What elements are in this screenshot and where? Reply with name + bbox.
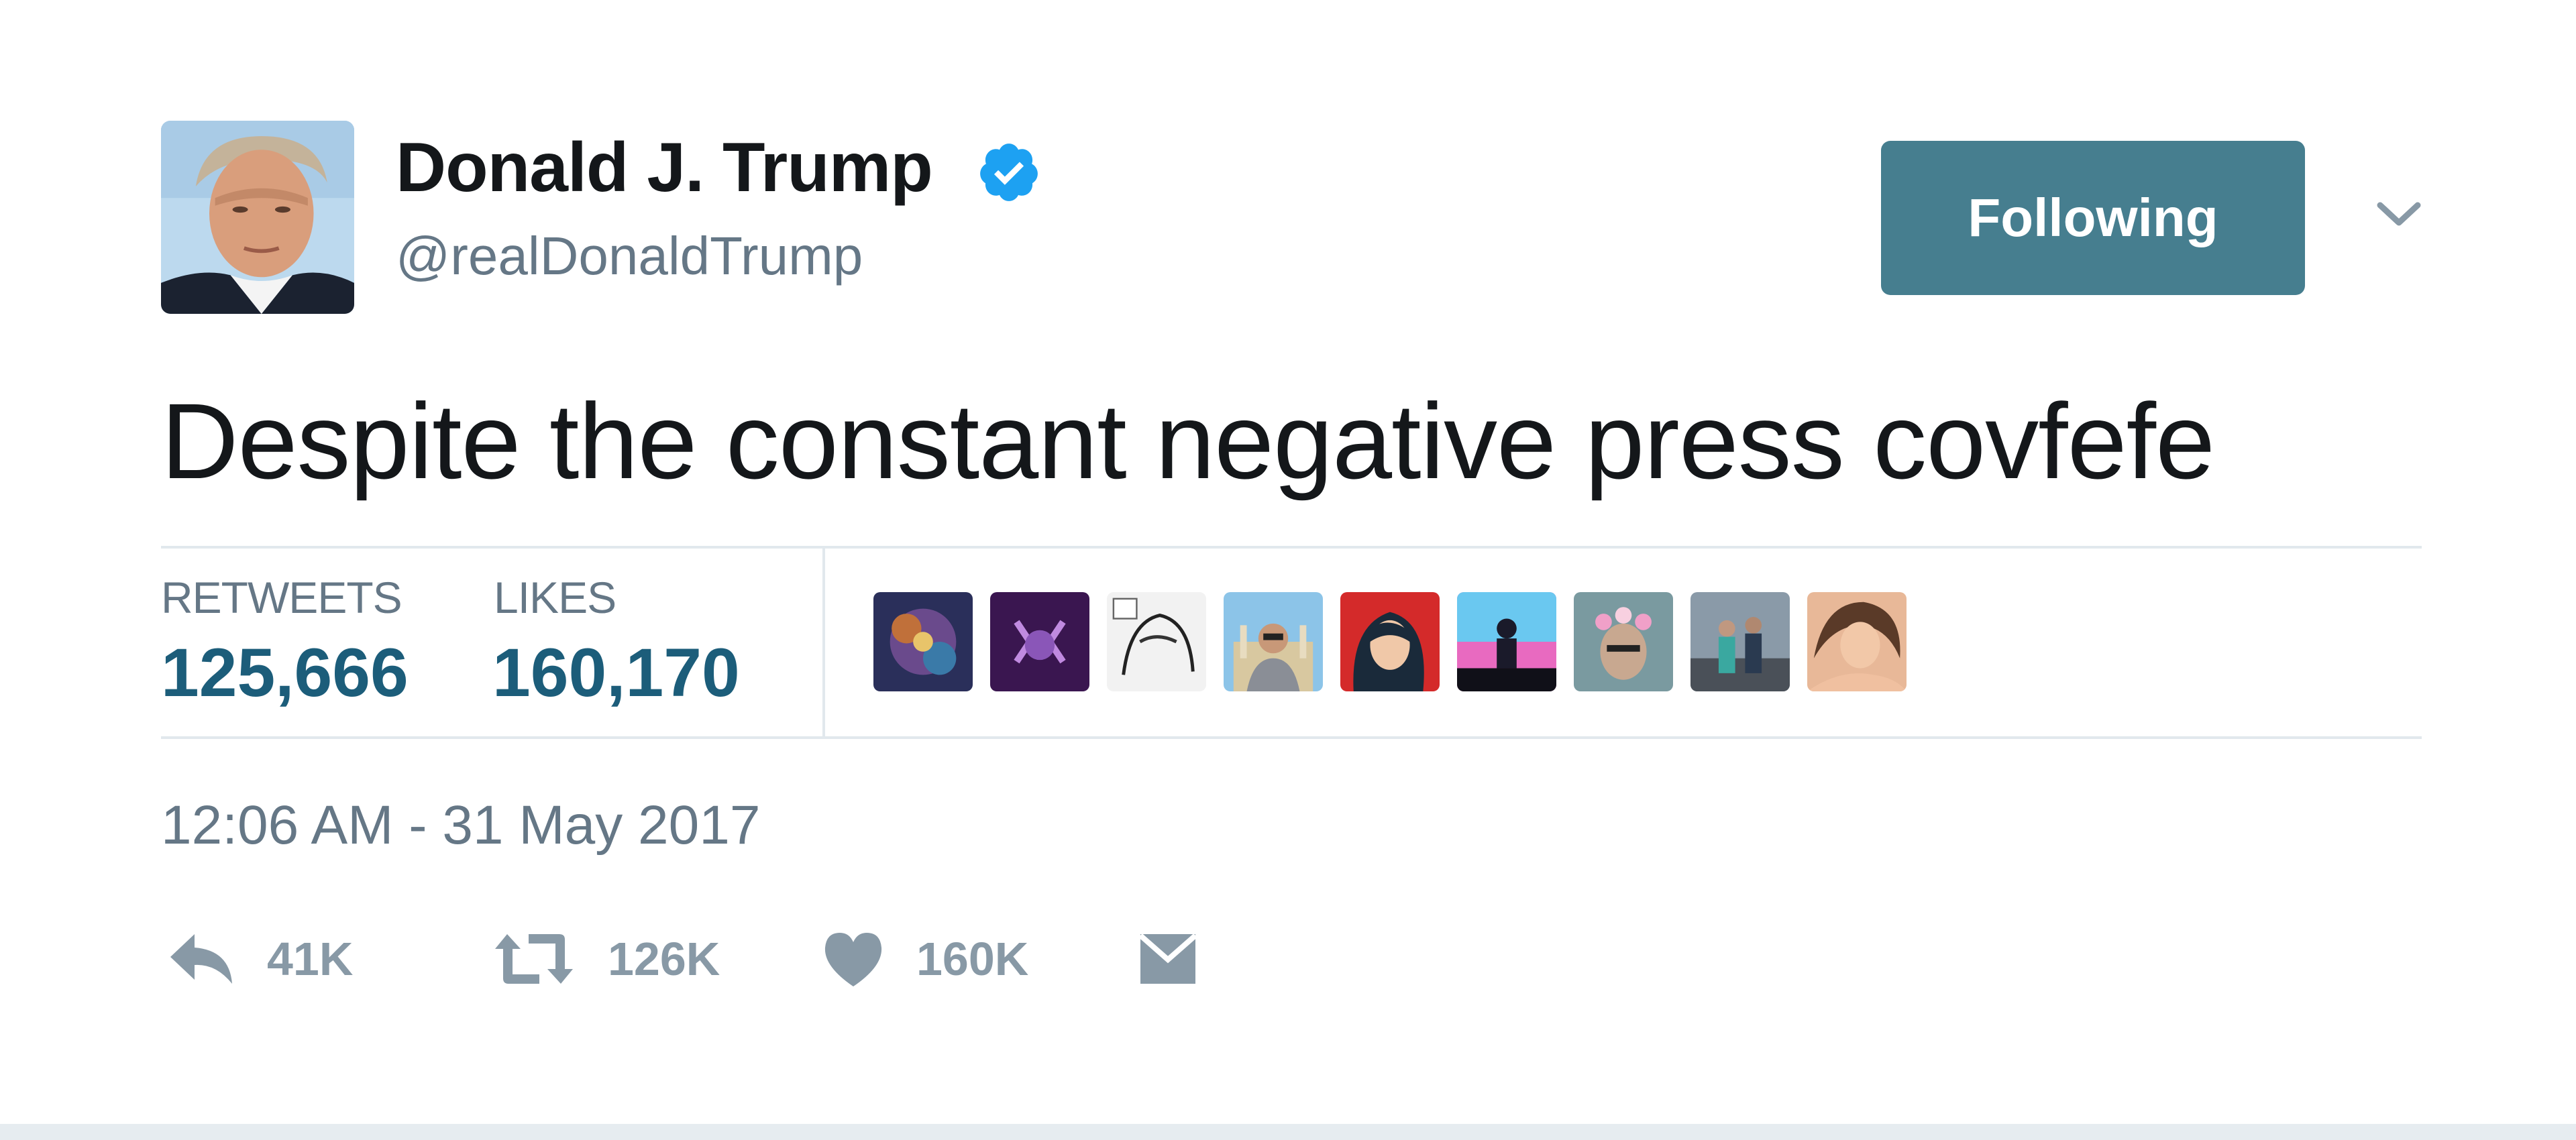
page-bottom-strip xyxy=(0,1124,2576,1140)
stats-top-divider xyxy=(161,546,2422,549)
envelope-icon xyxy=(1138,933,1197,984)
author-avatar[interactable] xyxy=(161,121,354,314)
like-count: 160K xyxy=(916,933,1029,985)
like-button[interactable]: 160K xyxy=(822,925,1028,992)
verified-badge-icon xyxy=(980,144,1038,201)
liker-avatar-group[interactable] xyxy=(1690,592,1790,691)
retweets-label: RETWEETS xyxy=(161,573,402,622)
retweet-count: 126K xyxy=(608,933,720,985)
retweet-icon xyxy=(495,934,573,984)
direct-message-button[interactable] xyxy=(1138,925,1198,992)
author-handle[interactable]: @realDonaldTrump xyxy=(396,229,863,283)
liker-avatar-purple-emblem[interactable] xyxy=(990,592,1089,691)
liker-avatar-ruins-man[interactable] xyxy=(1224,592,1323,691)
stats-bottom-divider xyxy=(161,736,2422,739)
likes-count[interactable]: 160,170 xyxy=(492,638,740,707)
liker-avatar-manga[interactable] xyxy=(1107,592,1206,691)
liker-avatars xyxy=(873,592,1907,691)
reply-button[interactable]: 41K xyxy=(168,925,353,992)
reply-count: 41K xyxy=(267,933,354,985)
following-button[interactable]: Following xyxy=(1881,141,2305,295)
reply-icon xyxy=(170,934,232,984)
liker-avatar-galaxy[interactable] xyxy=(873,592,973,691)
stats-vertical-divider xyxy=(822,549,825,736)
chevron-down-icon[interactable] xyxy=(2372,188,2426,241)
likes-label: LIKES xyxy=(494,573,616,622)
heart-icon xyxy=(824,933,882,986)
liker-avatar-flower-crown[interactable] xyxy=(1574,592,1673,691)
retweet-button[interactable]: 126K xyxy=(492,925,720,992)
tweet-timestamp[interactable]: 12:06 AM - 31 May 2017 xyxy=(161,798,760,853)
liker-avatar-woman[interactable] xyxy=(1807,592,1907,691)
liker-avatar-stage[interactable] xyxy=(1457,592,1556,691)
author-display-name[interactable]: Donald J. Trump xyxy=(396,133,933,203)
retweets-count[interactable]: 125,666 xyxy=(161,638,409,707)
liker-avatar-red-portrait[interactable] xyxy=(1340,592,1440,691)
tweet-card: Donald J. Trump @realDonaldTrump Followi… xyxy=(0,0,2576,1124)
tweet-text: Despite the constant negative press covf… xyxy=(161,381,2215,501)
